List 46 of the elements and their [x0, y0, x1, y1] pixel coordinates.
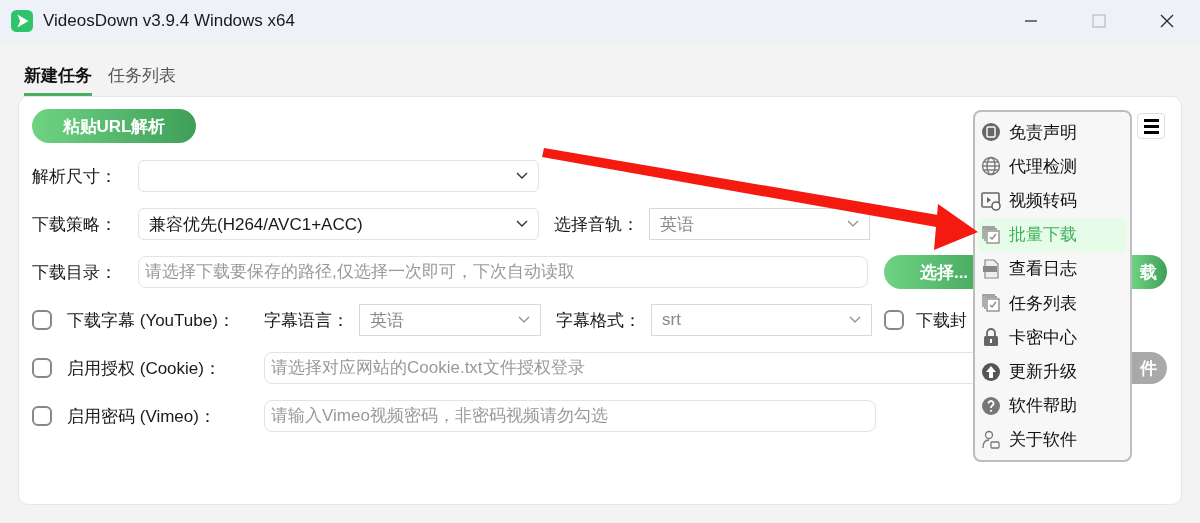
video-icon	[981, 190, 1001, 211]
chevron-down-icon	[849, 316, 861, 324]
app-logo-icon	[11, 10, 33, 32]
log-file-icon	[981, 258, 1001, 279]
tab[interactable]: 任务列表	[108, 62, 176, 96]
subtitle-format-select[interactable]: srt	[651, 304, 872, 336]
globe-icon	[981, 156, 1001, 177]
field-label: 字幕语言：	[264, 309, 349, 332]
field-label: 选择音轨：	[554, 213, 639, 236]
menu-item[interactable]: 代理检测	[978, 149, 1127, 184]
menu-item[interactable]: 免责声明	[978, 115, 1127, 150]
checkbox-label: 启用授权 (Cookie)：	[67, 357, 222, 380]
checkbox-label: 启用密码 (Vimeo)：	[67, 405, 217, 428]
checkbox[interactable]	[32, 406, 52, 426]
chevron-down-icon	[516, 172, 528, 180]
chevron-down-icon	[847, 220, 859, 228]
checkbox[interactable]	[32, 310, 52, 330]
menu-item[interactable]: 卡密中心	[978, 320, 1127, 355]
chevron-down-icon	[516, 220, 528, 228]
close-icon[interactable]	[1160, 14, 1174, 28]
copy-check-icon	[981, 224, 1001, 245]
menu-button[interactable]	[1137, 113, 1165, 139]
user-icon	[981, 429, 1001, 450]
checkbox-label: 下载字幕 (YouTube)：	[67, 309, 236, 332]
menu-item[interactable]: 关于软件	[978, 422, 1127, 458]
lock-icon	[981, 327, 1001, 348]
copy-check-icon	[981, 293, 1001, 314]
field-label: 下载策略：	[32, 213, 118, 236]
directory-field[interactable]: 请选择下载要保存的路径,仅选择一次即可，下次自动读取	[138, 256, 868, 288]
checkbox[interactable]	[884, 310, 904, 330]
subtitle-language-select[interactable]: 英语	[359, 304, 541, 336]
menu-item[interactable]: 视频转码	[978, 183, 1127, 218]
help-icon	[981, 395, 1001, 416]
password-field[interactable]: 请输入Vimeo视频密码，非密码视频请勿勾选	[264, 400, 876, 432]
field-label: 解析尺寸：	[32, 165, 118, 188]
checkbox[interactable]	[32, 358, 52, 378]
checkbox-label: 下载封	[916, 309, 967, 332]
chevron-down-icon	[518, 316, 530, 324]
document-icon	[981, 122, 1001, 143]
strategy-select[interactable]: 兼容优先(H264/AVC1+ACC)	[138, 208, 539, 240]
window-title: VideosDown v3.9.4 Windows x64	[43, 11, 295, 31]
field-label: 字幕格式：	[556, 309, 641, 332]
field-label: 下载目录：	[32, 261, 118, 284]
menu-item[interactable]: 任务列表	[978, 286, 1127, 321]
upload-icon	[981, 361, 1001, 382]
menu-item[interactable]: 软件帮助	[978, 388, 1127, 423]
